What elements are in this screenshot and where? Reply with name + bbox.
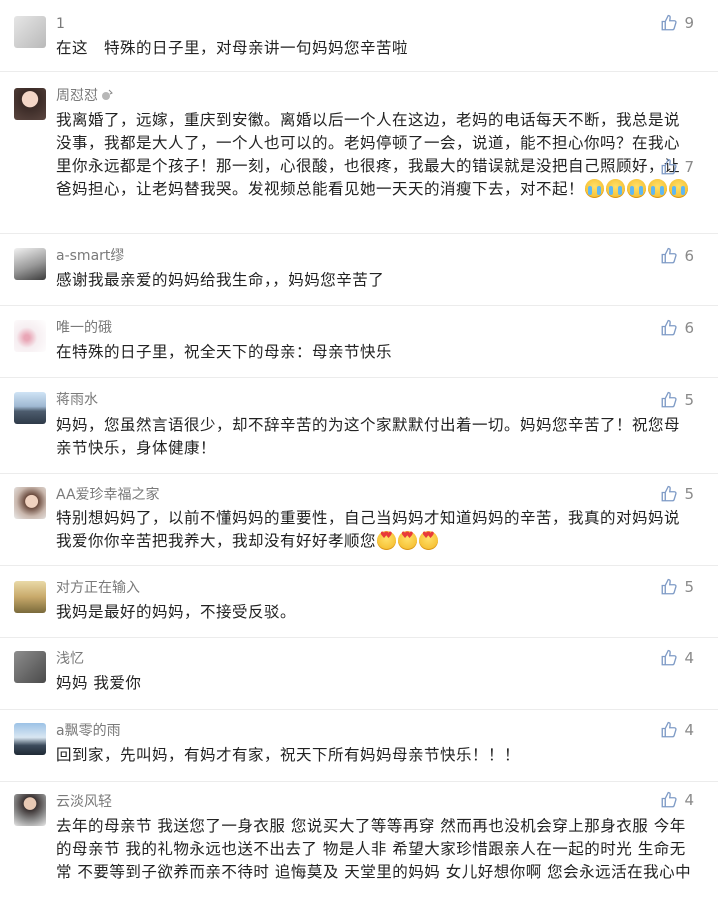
like-count: 6 [684,247,694,265]
like-count: 6 [684,319,694,337]
thumbs-up-icon [662,247,678,264]
like-button[interactable]: 4 [660,649,694,667]
like-button[interactable]: 6 [660,319,694,337]
crying-emoji [648,179,668,198]
comment-item: 唯一的硪 在特殊的日子里，祝全天下的母亲：母亲节快乐 6 [0,306,718,378]
like-count: 4 [684,791,694,809]
like-button[interactable]: 7 [660,158,694,176]
comment-username[interactable]: a飘零的雨 [56,722,121,740]
like-count: 4 [684,649,694,667]
comment-username[interactable]: 浅忆 [56,650,84,668]
comment-username[interactable]: 蒋雨水 [56,391,98,409]
avatar[interactable] [14,581,46,613]
comment-item: 周怼怼 我离婚了，远嫁，重庆到安徽。离婚以后一个人在这边，老妈的电话每天不断，我… [0,72,718,234]
heart-eyes-emoji [398,531,418,550]
thumbs-up-icon [662,14,678,31]
comment-username[interactable]: AA爱珍幸福之家 [56,486,160,504]
avatar[interactable] [14,88,46,120]
like-button[interactable]: 4 [660,791,694,809]
comment-item: a飘零的雨 回到家，先叫妈，有妈才有家，祝天下所有妈妈母亲节快乐！！！ 4 [0,710,718,782]
like-button[interactable]: 4 [660,721,694,739]
comment-text: 特别想妈妈了，以前不懂妈妈的重要性，自己当妈妈才知道妈妈的辛苦，我真的对妈妈说我… [56,507,692,553]
comment-item: 蒋雨水 妈妈，您虽然言语很少，却不辞辛苦的为这个家默默付出着一切。妈妈您辛苦了！… [0,378,718,474]
thumbs-up-icon [662,791,678,808]
comment-text: 妈妈 我爱你 [56,674,142,692]
comment-text: 在特殊的日子里，祝全天下的母亲：母亲节快乐 [56,343,393,361]
avatar[interactable] [14,392,46,424]
avatar[interactable] [14,248,46,280]
comment-username-text: 周怼怼 [56,88,98,104]
like-count: 5 [684,578,694,596]
crying-emoji [669,179,689,198]
comment-list: 1 在这 特殊的日子里，对母亲讲一句妈妈您辛苦啦 9 周怼怼 我离婚了，远嫁，重… [0,0,718,917]
badge-icon [102,89,113,100]
heart-eyes-emoji [419,531,439,550]
crying-emoji [585,179,605,198]
thumbs-up-icon [662,391,678,408]
avatar[interactable] [14,487,46,519]
comment-text: 感谢我最亲爱的妈妈给我生命，，妈妈您辛苦了 [56,271,385,289]
comment-item: 浅忆 妈妈 我爱你 4 [0,638,718,710]
comment-username[interactable]: 1 [56,15,65,33]
avatar[interactable] [14,651,46,683]
like-count: 7 [684,158,694,176]
like-count: 9 [684,14,694,32]
avatar[interactable] [14,794,46,826]
comment-item: 对方正在输入 我妈是最好的妈妈，不接受反驳。 5 [0,566,718,638]
like-button[interactable]: 5 [660,578,694,596]
comment-text: 在这 特殊的日子里，对母亲讲一句妈妈您辛苦啦 [56,39,409,57]
avatar[interactable] [14,320,46,352]
comment-text: 去年的母亲节 我送您了一身衣服 您说买大了等等再穿 然而再也没机会穿上那身衣服 … [56,817,692,881]
thumbs-up-icon [662,721,678,738]
comment-item: 云淡风轻 去年的母亲节 我送您了一身衣服 您说买大了等等再穿 然而再也没机会穿上… [0,782,718,917]
comment-text: 我妈是最好的妈妈，不接受反驳。 [56,603,297,621]
thumbs-up-icon [662,649,678,666]
thumbs-up-icon [662,158,678,175]
thumbs-up-icon [662,578,678,595]
like-button[interactable]: 6 [660,247,694,265]
thumbs-up-icon [662,319,678,336]
crying-emoji [627,179,647,198]
thumbs-up-icon [662,485,678,502]
comment-username[interactable]: 对方正在输入 [56,579,140,597]
avatar[interactable] [14,16,46,48]
like-button[interactable]: 9 [660,14,694,32]
like-button[interactable]: 5 [660,485,694,503]
comment-text-body: 特别想妈妈了，以前不懂妈妈的重要性，自己当妈妈才知道妈妈的辛苦，我真的对妈妈说我… [56,509,681,550]
avatar[interactable] [14,723,46,755]
like-count: 4 [684,721,694,739]
comment-username[interactable]: 云淡风轻 [56,793,112,811]
comment-text: 回到家，先叫妈，有妈才有家，祝天下所有妈妈母亲节快乐！！！ [56,746,521,764]
like-count: 5 [684,391,694,409]
like-button[interactable]: 5 [660,391,694,409]
comment-item: 1 在这 特殊的日子里，对母亲讲一句妈妈您辛苦啦 9 [0,0,718,72]
comment-item: a-smart缪 感谢我最亲爱的妈妈给我生命，，妈妈您辛苦了 6 [0,234,718,306]
crying-emoji [606,179,626,198]
like-count: 5 [684,485,694,503]
heart-eyes-emoji [377,531,397,550]
comment-username[interactable]: a-smart缪 [56,247,124,265]
comment-text: 妈妈，您虽然言语很少，却不辞辛苦的为这个家默默付出着一切。妈妈您辛苦了！祝您母亲… [56,416,681,457]
comment-username[interactable]: 唯一的硪 [56,319,112,337]
comment-username[interactable]: 周怼怼 [56,87,114,105]
comment-text: 我离婚了，远嫁，重庆到安徽。离婚以后一个人在这边，老妈的电话每天不断，我总是说没… [56,109,692,201]
comment-item: AA爱珍幸福之家 特别想妈妈了，以前不懂妈妈的重要性，自己当妈妈才知道妈妈的辛苦… [0,474,718,566]
